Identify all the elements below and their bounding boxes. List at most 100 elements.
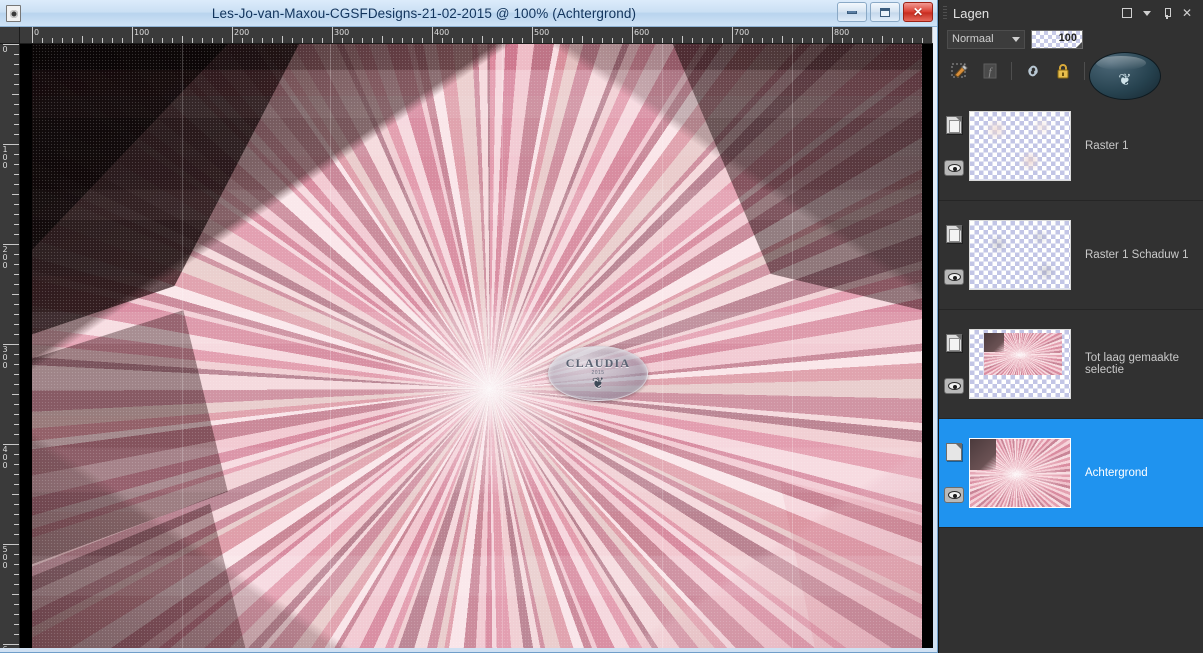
ruler-tick [12, 494, 19, 495]
link-layers-icon[interactable] [1022, 60, 1044, 82]
minimize-button[interactable] [837, 2, 867, 22]
ruler-tick [14, 84, 19, 85]
ruler-tick [372, 38, 373, 43]
ruler-tick [14, 354, 19, 355]
ruler-tick [14, 334, 19, 335]
ruler-tick [14, 464, 19, 465]
ruler-tick [302, 38, 303, 43]
ruler-tick [472, 38, 473, 43]
opacity-value: 100 [1058, 31, 1077, 44]
ruler-tick [14, 134, 19, 135]
ruler-tick [702, 38, 703, 43]
ruler-tick [442, 38, 443, 43]
toolbar-separator [1084, 62, 1085, 80]
ruler-tick [14, 484, 19, 485]
new-raster-layer-icon[interactable] [949, 60, 971, 82]
vertical-ruler[interactable]: 0 100 200 300 400 500 600 [0, 44, 20, 648]
visibility-eye-icon[interactable] [944, 160, 964, 176]
raster-layer-icon[interactable] [946, 225, 962, 243]
ruler-tick [502, 38, 503, 43]
layer-effects-icon[interactable]: f [979, 60, 1001, 82]
ruler-tick [14, 534, 19, 535]
background-layer-icon[interactable] [946, 443, 962, 461]
ruler-tick [14, 624, 19, 625]
maximize-icon[interactable] [1117, 3, 1137, 23]
ruler-tick [182, 36, 183, 43]
layer-row-raster-1[interactable]: Raster 1 [939, 92, 1203, 201]
ruler-tick [252, 38, 253, 43]
ruler-tick [322, 38, 323, 43]
ruler-tick [332, 27, 333, 43]
ruler-tick [312, 38, 313, 43]
ruler-tick [592, 38, 593, 43]
layer-row-raster-1-schaduw-1[interactable]: Raster 1 Schaduw 1 [939, 201, 1203, 310]
ruler-tick [892, 38, 893, 43]
layers-palette: Lagen ✕ Normaal 100 f ❦ Raster 1 Raster … [938, 0, 1203, 653]
visibility-eye-icon[interactable] [944, 487, 964, 503]
ruler-tick [14, 234, 19, 235]
ruler-tick [122, 38, 123, 43]
ruler-tick [462, 38, 463, 43]
ruler-tick [622, 38, 623, 43]
ruler-tick [722, 38, 723, 43]
chevron-down-icon[interactable] [1137, 3, 1157, 23]
layer-thumbnail-artwork [984, 332, 1062, 375]
canvas-area[interactable]: CLAUDIA 2015 ❦ [20, 44, 933, 648]
raster-layer-icon[interactable] [946, 334, 962, 352]
ruler-tick [562, 38, 563, 43]
ruler-tick [162, 38, 163, 43]
pin-icon[interactable] [1157, 3, 1177, 23]
ruler-tick [612, 38, 613, 43]
ruler-tick [842, 38, 843, 43]
ruler-label: 600 [634, 28, 650, 37]
ruler-tick [192, 38, 193, 43]
close-icon[interactable]: ✕ [1177, 3, 1197, 23]
palette-drag-handle[interactable] [943, 5, 947, 21]
ruler-tick [572, 38, 573, 43]
ruler-tick [882, 36, 883, 43]
document-titlebar[interactable]: Les-Jo-van-Maxou-CGSFDesigns-21-02-2015 … [0, 0, 937, 27]
horizontal-ruler[interactable]: 0100200300400500600700800900 [20, 27, 933, 44]
ruler-tick [392, 38, 393, 43]
opacity-slider[interactable]: 100 [1031, 29, 1083, 49]
layer-thumbnail[interactable] [969, 220, 1071, 290]
ruler-tick [14, 364, 19, 365]
ruler-tick [12, 594, 19, 595]
visibility-eye-icon[interactable] [944, 378, 964, 394]
layer-row-icons [939, 92, 969, 200]
minimize-icon [847, 10, 857, 14]
ruler-label: 700 [734, 28, 750, 37]
ruler-tick [142, 38, 143, 43]
layer-row-tot-laag-gemaakte-selectie[interactable]: Tot laag gemaakte selectie [939, 310, 1203, 419]
ruler-tick [232, 27, 233, 43]
ruler-label: 300 [2, 345, 8, 370]
ruler-tick [14, 454, 19, 455]
ruler-tick [852, 38, 853, 43]
ruler-tick [662, 38, 663, 43]
ruler-tick [452, 38, 453, 43]
ruler-tick [14, 114, 19, 115]
ruler-tick [14, 174, 19, 175]
layer-row-achtergrond[interactable]: Achtergrond [939, 419, 1203, 528]
ruler-tick [912, 38, 913, 43]
visibility-eye-icon[interactable] [944, 269, 964, 285]
watermark-mark-icon: ❦ [591, 375, 605, 392]
ruler-tick [152, 38, 153, 43]
blend-mode-dropdown[interactable]: Normaal [947, 29, 1025, 49]
lock-layer-icon[interactable] [1052, 60, 1074, 82]
layer-thumbnail[interactable] [969, 111, 1071, 181]
artwork-image[interactable]: CLAUDIA 2015 ❦ [32, 44, 922, 648]
restore-button[interactable] [870, 2, 900, 22]
layer-thumbnail[interactable] [969, 329, 1071, 399]
ruler-tick [14, 374, 19, 375]
watermark-mark-icon: ❦ [1118, 72, 1132, 90]
layer-thumbnail[interactable] [969, 438, 1071, 508]
ruler-tick [12, 194, 19, 195]
ruler-tick [172, 38, 173, 43]
raster-layer-icon[interactable] [946, 116, 962, 134]
ruler-tick [292, 38, 293, 43]
ruler-tick [12, 294, 19, 295]
ruler-tick [14, 634, 19, 635]
ruler-tick [902, 38, 903, 43]
close-button[interactable]: ✕ [903, 2, 933, 22]
